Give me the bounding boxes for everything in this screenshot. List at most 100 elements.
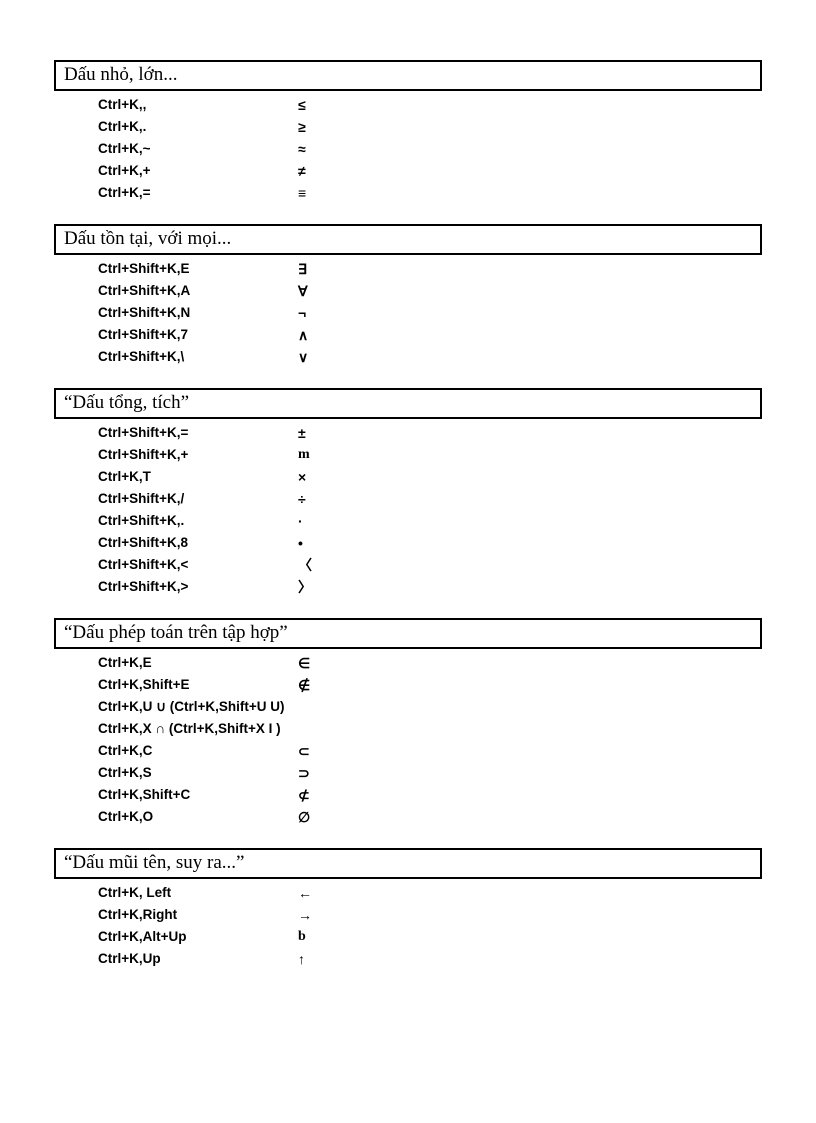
shortcut-row: Ctrl+Shift+K,A ∀	[98, 280, 762, 302]
section: “Dấu mũi tên, suy ra...” Ctrl+K, Left ← …	[54, 848, 762, 970]
shortcut-row: Ctrl+K,E ∈	[98, 652, 762, 674]
shortcut-row: Ctrl+K,Shift+C ⊄	[98, 784, 762, 806]
shortcut-row: Ctrl+Shift+K,7 ∧	[98, 324, 762, 346]
shortcut-row: Ctrl+K,X ∩ (Ctrl+K,Shift+X Ι )	[98, 718, 762, 740]
symbol-text: ∀	[298, 281, 318, 301]
section: “Dấu phép toán trên tập hợp” Ctrl+K,E ∈ …	[54, 618, 762, 828]
shortcut-text: Ctrl+K,E	[98, 653, 298, 673]
symbol-text: b	[298, 927, 318, 947]
shortcut-text: Ctrl+Shift+K,7	[98, 325, 298, 345]
symbol-text: ≈	[298, 139, 318, 159]
symbol-text: ≤	[298, 95, 318, 115]
section-title: “Dấu tổng, tích”	[54, 388, 762, 419]
shortcut-row: Ctrl+K,S ⊃	[98, 762, 762, 784]
shortcut-row: Ctrl+K,Right →	[98, 904, 762, 926]
shortcut-text: Ctrl+K,Shift+C	[98, 785, 298, 805]
symbol-text: ¬	[298, 303, 318, 323]
symbol-text: ≠	[298, 161, 318, 181]
shortcut-row: Ctrl+Shift+K,> 〉	[98, 576, 762, 598]
shortcut-rows: Ctrl+Shift+K,= ± Ctrl+Shift+K,+ m Ctrl+K…	[98, 422, 762, 598]
shortcut-text: Ctrl+K,S	[98, 763, 298, 783]
shortcut-row: Ctrl+K,U ∪ (Ctrl+K,Shift+U U)	[98, 696, 762, 718]
shortcut-row: Ctrl+K,Shift+E ∉	[98, 674, 762, 696]
symbol-text: ↑	[298, 949, 318, 969]
section-title: “Dấu mũi tên, suy ra...”	[54, 848, 762, 879]
shortcut-text: Ctrl+K,Shift+E	[98, 675, 298, 695]
shortcut-text: Ctrl+K,=	[98, 183, 298, 203]
section: “Dấu tổng, tích” Ctrl+Shift+K,= ± Ctrl+S…	[54, 388, 762, 598]
symbol-text: →	[298, 905, 318, 925]
shortcut-text: Ctrl+K,Alt+Up	[98, 927, 298, 947]
shortcut-row: Ctrl+Shift+K,N ¬	[98, 302, 762, 324]
shortcut-text: Ctrl+Shift+K,>	[98, 577, 298, 597]
shortcut-text: Ctrl+Shift+K,E	[98, 259, 298, 279]
symbol-text: ∅	[298, 807, 318, 827]
symbol-text: 〉	[298, 577, 318, 597]
shortcut-text: Ctrl+K,U ∪ (Ctrl+K,Shift+U U)	[98, 697, 762, 717]
symbol-text: ∧	[298, 325, 318, 345]
shortcut-text: Ctrl+K,,	[98, 95, 298, 115]
shortcut-text: Ctrl+K, Left	[98, 883, 298, 903]
shortcut-row: Ctrl+K,C ⊂	[98, 740, 762, 762]
shortcut-row: Ctrl+K,, ≤	[98, 94, 762, 116]
shortcut-text: Ctrl+Shift+K,N	[98, 303, 298, 323]
symbol-text: ∃	[298, 259, 318, 279]
shortcut-row: Ctrl+K,+ ≠	[98, 160, 762, 182]
symbol-text: ⊂	[298, 741, 318, 761]
shortcut-text: Ctrl+Shift+K,+	[98, 445, 298, 465]
symbol-text: ∉	[298, 675, 318, 695]
shortcut-row: Ctrl+Shift+K,/ ÷	[98, 488, 762, 510]
shortcut-rows: Ctrl+K, Left ← Ctrl+K,Right → Ctrl+K,Alt…	[98, 882, 762, 970]
shortcut-text: Ctrl+Shift+K,/	[98, 489, 298, 509]
shortcut-row: Ctrl+Shift+K,8 •	[98, 532, 762, 554]
shortcut-row: Ctrl+Shift+K,= ±	[98, 422, 762, 444]
shortcut-row: Ctrl+K,T ×	[98, 466, 762, 488]
shortcut-rows: Ctrl+Shift+K,E ∃ Ctrl+Shift+K,A ∀ Ctrl+S…	[98, 258, 762, 368]
shortcut-rows: Ctrl+K,E ∈ Ctrl+K,Shift+E ∉ Ctrl+K,U ∪ (…	[98, 652, 762, 828]
symbol-text: ÷	[298, 489, 318, 509]
shortcut-text: Ctrl+Shift+K,<	[98, 555, 298, 575]
symbol-text: ×	[298, 467, 318, 487]
symbol-text: ⊄	[298, 785, 318, 805]
symbol-text: ⊃	[298, 763, 318, 783]
symbol-text: ≡	[298, 183, 318, 203]
shortcut-text: Ctrl+Shift+K,8	[98, 533, 298, 553]
shortcut-text: Ctrl+K,+	[98, 161, 298, 181]
symbol-text: 〈	[298, 555, 318, 575]
section-title: “Dấu phép toán trên tập hợp”	[54, 618, 762, 649]
shortcut-text: Ctrl+Shift+K,\	[98, 347, 298, 367]
shortcut-row: Ctrl+K,. ≥	[98, 116, 762, 138]
document-page: Dấu nhỏ, lớn... Ctrl+K,, ≤ Ctrl+K,. ≥ Ct…	[0, 0, 816, 1123]
shortcut-text: Ctrl+Shift+K,=	[98, 423, 298, 443]
shortcut-row: Ctrl+K,Up ↑	[98, 948, 762, 970]
shortcut-text: Ctrl+K,T	[98, 467, 298, 487]
shortcut-text: Ctrl+Shift+K,.	[98, 511, 298, 531]
shortcut-row: Ctrl+Shift+K,E ∃	[98, 258, 762, 280]
shortcut-text: Ctrl+K,Right	[98, 905, 298, 925]
shortcut-text: Ctrl+Shift+K,A	[98, 281, 298, 301]
section-title: Dấu nhỏ, lớn...	[54, 60, 762, 91]
shortcut-text: Ctrl+K,Up	[98, 949, 298, 969]
shortcut-text: Ctrl+K,.	[98, 117, 298, 137]
symbol-text: ∈	[298, 653, 318, 673]
symbol-text: •	[298, 533, 318, 553]
shortcut-row: Ctrl+Shift+K,\ ∨	[98, 346, 762, 368]
section: Dấu nhỏ, lớn... Ctrl+K,, ≤ Ctrl+K,. ≥ Ct…	[54, 60, 762, 204]
shortcut-rows: Ctrl+K,, ≤ Ctrl+K,. ≥ Ctrl+K,~ ≈ Ctrl+K,…	[98, 94, 762, 204]
section-title: Dấu tồn tại, với mọi...	[54, 224, 762, 255]
section: Dấu tồn tại, với mọi... Ctrl+Shift+K,E ∃…	[54, 224, 762, 368]
shortcut-row: Ctrl+K,Alt+Up b	[98, 926, 762, 948]
shortcut-row: Ctrl+Shift+K,+ m	[98, 444, 762, 466]
shortcut-row: Ctrl+K,= ≡	[98, 182, 762, 204]
symbol-text: ≥	[298, 117, 318, 137]
shortcut-row: Ctrl+K,~ ≈	[98, 138, 762, 160]
shortcut-row: Ctrl+K, Left ←	[98, 882, 762, 904]
shortcut-text: Ctrl+K,X ∩ (Ctrl+K,Shift+X Ι )	[98, 719, 762, 739]
shortcut-text: Ctrl+K,O	[98, 807, 298, 827]
shortcut-row: Ctrl+Shift+K,. ·	[98, 510, 762, 532]
symbol-text: ←	[298, 883, 318, 903]
symbol-text: ∨	[298, 347, 318, 367]
symbol-text: m	[298, 445, 318, 465]
symbol-text: ·	[298, 511, 318, 531]
symbol-text: ±	[298, 423, 318, 443]
